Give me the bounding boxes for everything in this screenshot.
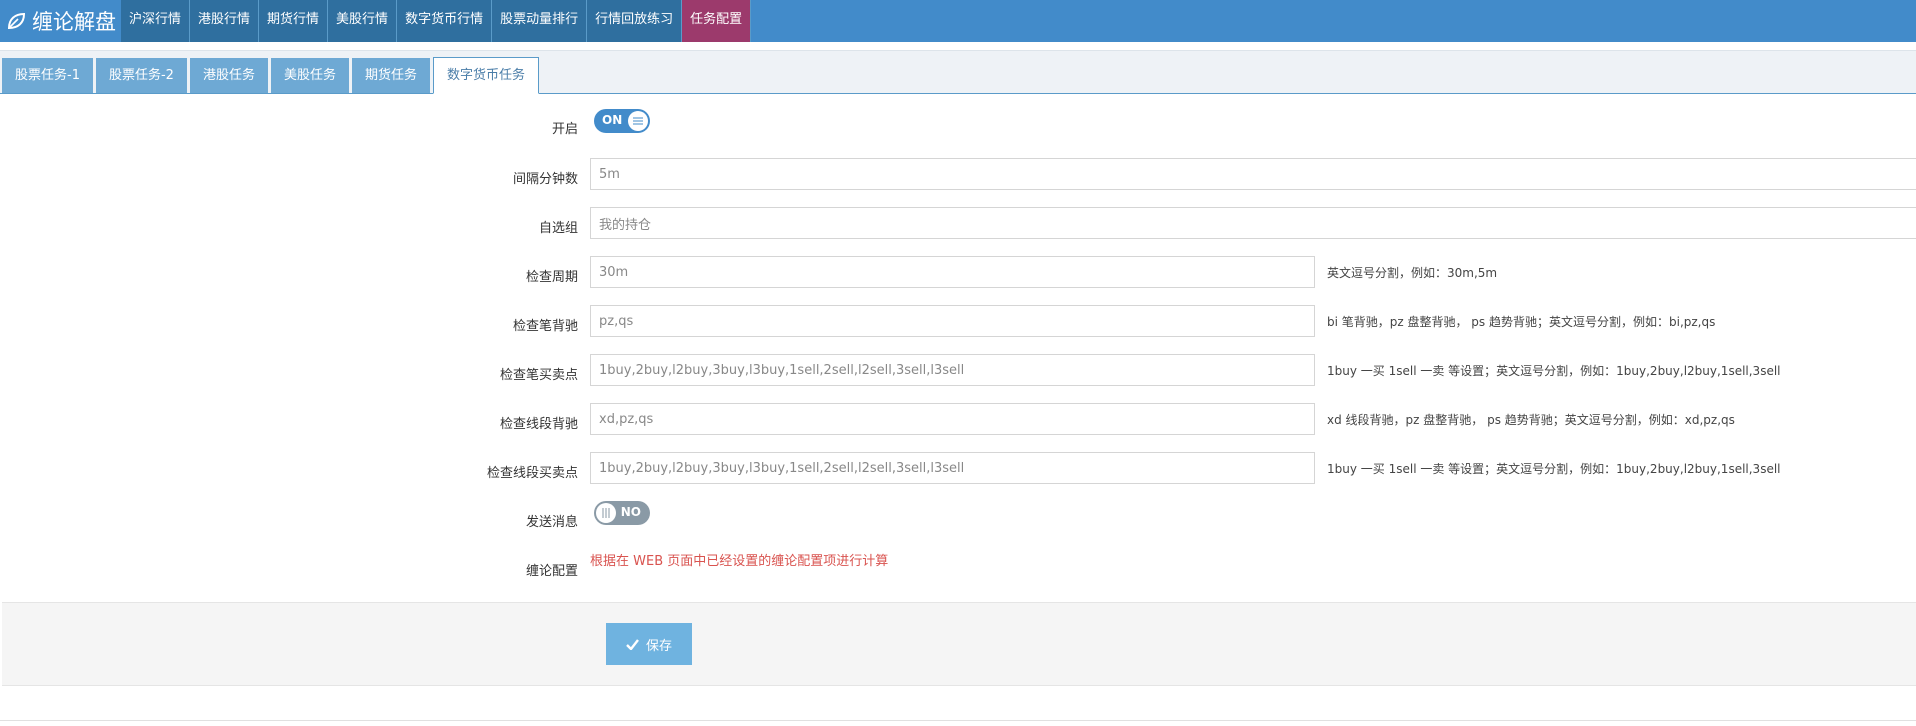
brand-title: 缠论解盘 xyxy=(32,10,116,34)
row-watchlist: 自选组 xyxy=(0,207,1916,241)
nav-item-hs[interactable]: 沪深行情 xyxy=(121,0,191,42)
main-nav: 沪深行情 港股行情 期货行情 美股行情 数字货币行情 股票动量排行 行情回放练习… xyxy=(121,0,752,42)
row-send-msg: 发送消息 NO xyxy=(0,501,1916,535)
leaf-icon xyxy=(7,12,26,30)
toggle-knob-icon xyxy=(628,111,648,131)
xd-points-help: 1buy 一买 1sell 一卖 等设置；英文逗号分割，例如：1buy,2buy… xyxy=(1327,462,1781,476)
tab-hk-task[interactable]: 港股任务 xyxy=(189,58,268,93)
send-msg-toggle[interactable]: NO xyxy=(594,501,650,525)
nav-item-momentum[interactable]: 股票动量排行 xyxy=(492,0,588,42)
save-button-label: 保存 xyxy=(645,638,672,654)
period-input[interactable] xyxy=(590,256,1315,288)
nav-item-hk[interactable]: 港股行情 xyxy=(190,0,260,42)
tab-stock-task-2[interactable]: 股票任务-2 xyxy=(95,58,187,93)
xd-points-label: 检查线段买卖点 xyxy=(486,466,578,481)
row-chanlun-cfg: 缠论配置 根据在 WEB 页面中已经设置的缠论配置项进行计算 xyxy=(0,550,1916,584)
task-tab-strip: 股票任务-1 股票任务-2 港股任务 美股任务 期货任务 数字货币任务 xyxy=(0,50,1916,94)
chanlun-cfg-label: 缠论配置 xyxy=(525,564,578,579)
nav-item-crypto[interactable]: 数字货币行情 xyxy=(397,0,493,42)
bi-divergence-label: 检查笔背驰 xyxy=(512,319,578,334)
period-label: 检查周期 xyxy=(525,270,578,285)
xd-divergence-label: 检查线段背驰 xyxy=(499,417,578,432)
row-enable: 开启 ON xyxy=(0,109,1916,143)
interval-input[interactable] xyxy=(590,158,1916,190)
enable-toggle-text: ON xyxy=(602,113,623,127)
bi-divergence-help: bi 笔背驰，pz 盘整背驰， ps 趋势背驰；英文逗号分割，例如：bi,pz,… xyxy=(1327,315,1716,329)
row-interval: 间隔分钟数 xyxy=(0,158,1916,192)
bi-points-label: 检查笔买卖点 xyxy=(499,368,578,383)
bi-divergence-input[interactable] xyxy=(590,305,1315,337)
row-xd-points: 检查线段买卖点 1buy 一买 1sell 一卖 等设置；英文逗号分割，例如：1… xyxy=(0,452,1916,486)
row-xd-divergence: 检查线段背驰 xd 线段背驰，pz 盘整背驰， ps 趋势背驰；英文逗号分割，例… xyxy=(0,403,1916,437)
tab-futures-task[interactable]: 期货任务 xyxy=(351,58,430,93)
nav-item-task-config[interactable]: 任务配置 xyxy=(682,0,752,42)
bottom-divider xyxy=(0,720,1916,721)
watchlist-label: 自选组 xyxy=(538,221,578,236)
xd-divergence-help: xd 线段背驰，pz 盘整背驰， ps 趋势背驰；英文逗号分割，例如：xd,pz… xyxy=(1327,413,1735,427)
enable-toggle[interactable]: ON xyxy=(594,109,650,133)
send-msg-label: 发送消息 xyxy=(525,515,578,530)
nav-item-futures[interactable]: 期货行情 xyxy=(259,0,329,42)
enable-label: 开启 xyxy=(551,122,578,137)
row-bi-divergence: 检查笔背驰 bi 笔背驰，pz 盘整背驰， ps 趋势背驰；英文逗号分割，例如：… xyxy=(0,305,1916,339)
row-bi-points: 检查笔买卖点 1buy 一买 1sell 一卖 等设置；英文逗号分割，例如：1b… xyxy=(0,354,1916,388)
brand[interactable]: 缠论解盘 xyxy=(0,0,121,42)
top-navbar: 缠论解盘 沪深行情 港股行情 期货行情 美股行情 数字货币行情 股票动量排行 行… xyxy=(0,0,1916,42)
tab-us-task[interactable]: 美股任务 xyxy=(270,58,349,93)
interval-label: 间隔分钟数 xyxy=(512,172,578,187)
form-actions: 保存 xyxy=(2,602,1916,686)
xd-points-input[interactable] xyxy=(590,452,1315,484)
row-period: 检查周期 英文逗号分割，例如：30m,5m xyxy=(0,256,1916,290)
bi-points-input[interactable] xyxy=(590,354,1315,386)
xd-divergence-input[interactable] xyxy=(590,403,1315,435)
bi-points-help: 1buy 一买 1sell 一卖 等设置；英文逗号分割，例如：1buy,2buy… xyxy=(1327,364,1781,378)
check-icon xyxy=(626,638,639,650)
tab-stock-task-1[interactable]: 股票任务-1 xyxy=(2,58,93,93)
chanlun-cfg-note: 根据在 WEB 页面中已经设置的缠论配置项进行计算 xyxy=(590,554,889,569)
tab-crypto-task[interactable]: 数字货币任务 xyxy=(432,57,539,94)
watchlist-input[interactable] xyxy=(590,207,1916,239)
toggle-knob-icon xyxy=(596,503,616,523)
send-msg-toggle-text: NO xyxy=(620,505,641,519)
period-help: 英文逗号分割，例如：30m,5m xyxy=(1327,266,1498,280)
nav-item-us[interactable]: 美股行情 xyxy=(328,0,398,42)
nav-item-replay[interactable]: 行情回放练习 xyxy=(587,0,683,42)
save-button[interactable]: 保存 xyxy=(606,623,692,665)
